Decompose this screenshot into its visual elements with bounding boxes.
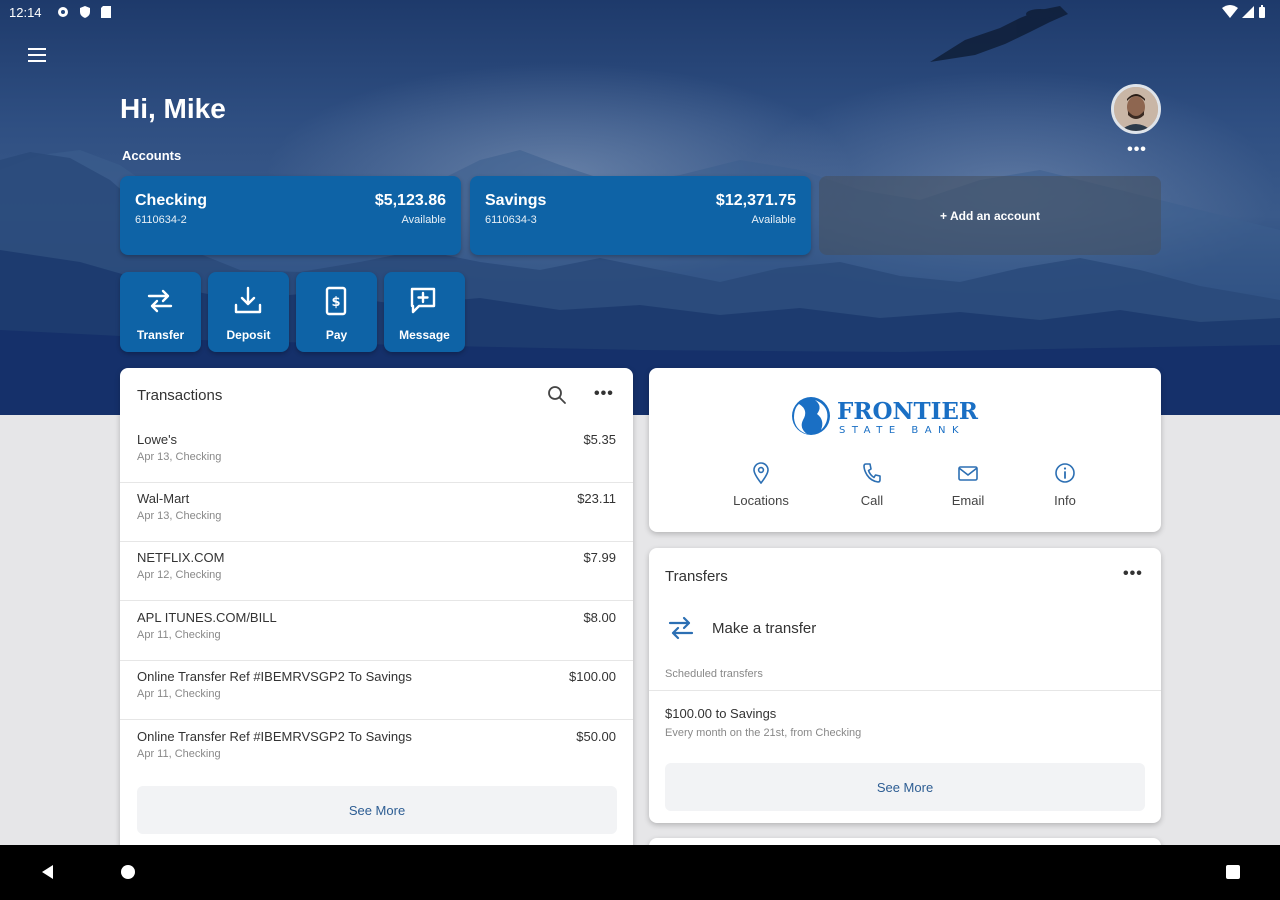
transactions-card: Transactions ••• Lowe's Apr 13, Checking… bbox=[120, 368, 633, 868]
account-number: 6110634-2 bbox=[135, 214, 187, 226]
svg-text:$: $ bbox=[331, 295, 340, 310]
recent-apps-icon[interactable] bbox=[1224, 863, 1242, 881]
status-time: 12:14 bbox=[9, 5, 42, 20]
info-icon bbox=[1055, 463, 1075, 483]
account-number: 6110634-3 bbox=[485, 214, 537, 226]
battery-icon bbox=[1259, 5, 1265, 18]
transaction-date-account: Apr 11, Checking bbox=[137, 688, 221, 700]
transaction-date-account: Apr 11, Checking bbox=[137, 748, 221, 760]
quick-link-label: Call bbox=[860, 493, 884, 508]
transaction-row[interactable]: Lowe's Apr 13, Checking $5.35 bbox=[120, 424, 633, 483]
transaction-row[interactable]: NETFLIX.COM Apr 12, Checking $7.99 bbox=[120, 542, 633, 601]
transaction-description: Online Transfer Ref #IBEMRVSGP2 To Savin… bbox=[137, 669, 412, 684]
transfers-see-more-button[interactable]: See More bbox=[665, 763, 1145, 811]
deposit-action-button[interactable]: Deposit bbox=[208, 272, 289, 352]
accounts-more-options-icon[interactable]: ••• bbox=[1124, 142, 1150, 163]
transfers-more-options-icon[interactable]: ••• bbox=[1123, 566, 1143, 582]
scheduled-transfer-item[interactable]: $100.00 to Savings Every month on the 21… bbox=[665, 706, 861, 739]
quick-link-label: Email bbox=[951, 493, 985, 508]
transaction-description: NETFLIX.COM bbox=[137, 550, 225, 565]
transactions-title: Transactions bbox=[137, 387, 223, 404]
accounts-section-label: Accounts bbox=[122, 148, 182, 163]
action-label: Message bbox=[399, 328, 450, 342]
info-button[interactable]: Info bbox=[1025, 462, 1105, 508]
transaction-date-account: Apr 12, Checking bbox=[137, 569, 222, 581]
account-name: Savings bbox=[485, 192, 547, 209]
locations-button[interactable]: Locations bbox=[721, 462, 801, 508]
message-action-button[interactable]: Message bbox=[384, 272, 465, 352]
action-label: Deposit bbox=[226, 328, 271, 342]
transaction-row[interactable]: APL ITUNES.COM/BILL Apr 11, Checking $8.… bbox=[120, 602, 633, 661]
add-account-button[interactable]: + Add an account bbox=[819, 176, 1161, 255]
email-button[interactable]: Email bbox=[928, 462, 1008, 508]
transaction-description: Wal-Mart bbox=[137, 491, 190, 506]
phone-icon bbox=[863, 463, 881, 483]
account-name: Checking bbox=[135, 192, 208, 209]
transaction-date-account: Apr 13, Checking bbox=[137, 451, 222, 463]
pay-icon: $ bbox=[325, 286, 347, 316]
transactions-see-more-button[interactable]: See More bbox=[137, 786, 617, 834]
transaction-description: APL ITUNES.COM/BILL bbox=[137, 610, 277, 625]
email-icon bbox=[958, 466, 978, 481]
transfers-title: Transfers bbox=[665, 568, 728, 585]
transfer-icon bbox=[668, 616, 694, 640]
account-balance-label: Available bbox=[401, 214, 446, 226]
location-pin-icon bbox=[753, 462, 769, 484]
bank-name-line1: FRONTIER bbox=[837, 398, 979, 425]
transaction-amount: $5.35 bbox=[583, 432, 616, 447]
transaction-row[interactable]: Online Transfer Ref #IBEMRVSGP2 To Savin… bbox=[120, 661, 633, 720]
avatar[interactable] bbox=[1111, 84, 1161, 134]
action-label: Pay bbox=[325, 328, 348, 342]
transaction-amount: $8.00 bbox=[583, 610, 616, 625]
bank-name-line2: STATE BANK bbox=[839, 425, 965, 436]
transaction-amount: $50.00 bbox=[576, 729, 616, 744]
message-icon bbox=[410, 287, 436, 314]
quick-link-label: Info bbox=[1054, 493, 1076, 508]
call-button[interactable]: Call bbox=[832, 462, 912, 508]
transactions-more-options-icon[interactable]: ••• bbox=[594, 386, 614, 402]
scheduled-transfers-label: Scheduled transfers bbox=[665, 668, 763, 680]
scheduled-transfer-title: $100.00 to Savings bbox=[665, 706, 777, 721]
home-icon[interactable] bbox=[119, 863, 137, 881]
transaction-description: Online Transfer Ref #IBEMRVSGP2 To Savin… bbox=[137, 729, 412, 744]
transaction-date-account: Apr 11, Checking bbox=[137, 629, 221, 641]
transaction-row[interactable]: Wal-Mart Apr 13, Checking $23.11 bbox=[120, 483, 633, 542]
back-icon[interactable] bbox=[39, 863, 57, 881]
scheduled-transfer-detail: Every month on the 21st, from Checking bbox=[665, 727, 862, 739]
transaction-amount: $23.11 bbox=[577, 491, 616, 506]
status-bar: 12:14 bbox=[0, 0, 1280, 26]
action-label: Transfer bbox=[136, 328, 185, 342]
transaction-amount: $100.00 bbox=[569, 669, 616, 684]
transfer-icon bbox=[147, 289, 173, 313]
shield-icon bbox=[80, 6, 90, 18]
greeting-title: Hi, Mike bbox=[120, 93, 226, 124]
quick-link-label: Locations bbox=[733, 493, 789, 508]
settings-icon bbox=[58, 7, 68, 17]
transaction-date-account: Apr 13, Checking bbox=[137, 510, 222, 522]
make-transfer-label: Make a transfer bbox=[712, 620, 817, 637]
bank-logo: FRONTIER STATE BANK bbox=[792, 397, 979, 436]
bank-info-card: FRONTIER STATE BANK Locations Call Email… bbox=[649, 368, 1161, 532]
transaction-row[interactable]: Online Transfer Ref #IBEMRVSGP2 To Savin… bbox=[120, 721, 633, 780]
search-icon[interactable] bbox=[547, 385, 567, 405]
pay-action-button[interactable]: $ Pay bbox=[296, 272, 377, 352]
account-balance: $12,371.75 bbox=[715, 192, 796, 209]
hamburger-menu-icon[interactable] bbox=[24, 44, 50, 70]
deposit-icon bbox=[234, 286, 262, 314]
transfer-action-button[interactable]: Transfer bbox=[120, 272, 201, 352]
make-transfer-button[interactable]: Make a transfer bbox=[665, 608, 1145, 648]
profile-photo bbox=[1114, 87, 1158, 131]
account-card-savings[interactable]: Savings 6110634-3 $12,371.75 Available bbox=[470, 176, 811, 255]
sd-card-icon bbox=[101, 6, 111, 18]
signal-icon bbox=[1242, 6, 1254, 18]
account-card-checking[interactable]: Checking 6110634-2 $5,123.86 Available bbox=[120, 176, 461, 255]
account-balance-label: Available bbox=[751, 214, 796, 226]
transaction-amount: $7.99 bbox=[583, 550, 616, 565]
wifi-icon bbox=[1222, 5, 1238, 18]
account-balance: $5,123.86 bbox=[374, 192, 446, 209]
transfers-card: Transfers ••• Make a transfer Scheduled … bbox=[649, 548, 1161, 823]
system-navigation-bar bbox=[0, 845, 1280, 900]
transaction-description: Lowe's bbox=[137, 432, 178, 447]
